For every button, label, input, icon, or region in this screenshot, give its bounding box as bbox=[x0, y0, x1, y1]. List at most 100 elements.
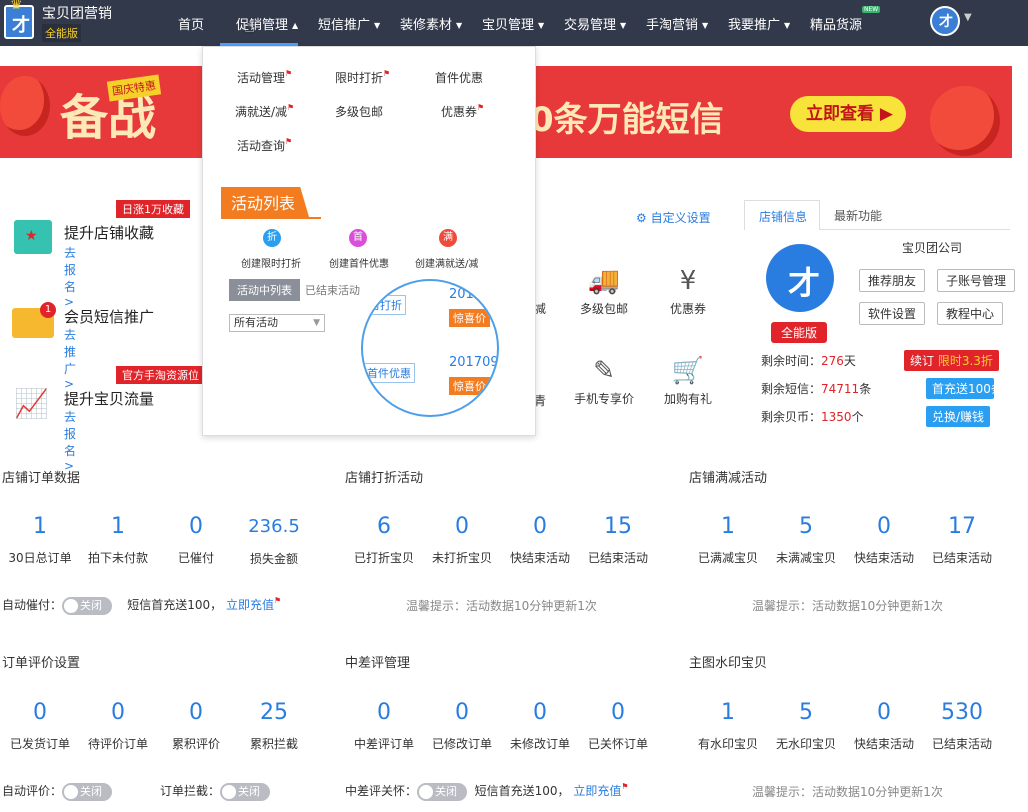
menu-item-multi-free-shipping[interactable]: 多级包邮 bbox=[335, 103, 383, 120]
toggle-label: 订单拦截： bbox=[160, 784, 221, 798]
menu-item-activity-management[interactable]: 活动管理⚑ bbox=[237, 69, 292, 86]
menu-item-first-item-discount[interactable]: 首件优惠 bbox=[435, 69, 483, 86]
sub-account-button[interactable]: 子账号管理 bbox=[937, 269, 1016, 292]
feature-label: 优惠券 bbox=[669, 302, 706, 316]
first-charge-button[interactable]: 首充送100条 bbox=[926, 378, 994, 399]
promo-link[interactable]: 去推广> bbox=[64, 326, 76, 391]
store-icon: ★ bbox=[14, 220, 52, 254]
lantern-icon bbox=[930, 86, 1000, 156]
metric-value: 5 bbox=[799, 514, 813, 539]
metric[interactable]: 0 快结束活动 bbox=[500, 514, 580, 566]
tab-active-activities[interactable]: 活动中列表 bbox=[229, 279, 300, 301]
create-first-item-link[interactable]: 创建首件优惠 bbox=[329, 255, 389, 270]
stat-label: 剩余时间： bbox=[761, 354, 822, 368]
metric[interactable]: 0 未打折宝贝 bbox=[422, 514, 502, 566]
preview-badge: 惊喜价 bbox=[449, 377, 490, 395]
auto-review-row: 自动评价： 关闭 bbox=[2, 782, 113, 801]
refer-friend-button[interactable]: 推荐朋友 bbox=[859, 269, 926, 292]
first-circle-icon[interactable]: 首 bbox=[349, 229, 367, 247]
metric[interactable]: 0 已修改订单 bbox=[422, 700, 502, 752]
nav-home[interactable]: 首页 bbox=[178, 14, 204, 33]
metric[interactable]: 6 已打折宝贝 bbox=[344, 514, 424, 566]
metric[interactable]: 1 有水印宝贝 bbox=[688, 700, 768, 752]
metric[interactable]: 15 已结束活动 bbox=[578, 514, 658, 566]
metric[interactable]: 1 30日总订单 bbox=[0, 514, 80, 566]
update-hint: 温馨提示：活动数据10分钟更新1次 bbox=[752, 599, 943, 613]
metric[interactable]: 236.5 损失金额 bbox=[234, 514, 314, 567]
nav-decoration[interactable]: 装修素材 ▼ bbox=[400, 14, 462, 33]
auto-reminder-toggle[interactable]: 关闭 bbox=[62, 596, 113, 615]
nav-mobile-marketing[interactable]: 手淘营销 ▼ bbox=[646, 14, 708, 33]
tutorial-center-button[interactable]: 教程中心 bbox=[937, 302, 1004, 325]
metric[interactable]: 25 累积拦截 bbox=[234, 700, 314, 752]
metric[interactable]: 0 快结束活动 bbox=[844, 700, 924, 752]
trend-chart-icon: 📈 bbox=[14, 387, 49, 420]
section-title-watermark: 主图水印宝贝 bbox=[689, 656, 768, 671]
shopping-cart-icon: 🛒 bbox=[671, 356, 705, 386]
tab-ended-activities[interactable]: 已结束活动 bbox=[305, 282, 360, 298]
metric[interactable]: 1 已满减宝贝 bbox=[688, 514, 768, 566]
exchange-button[interactable]: 兑换/赚钱 bbox=[926, 406, 991, 427]
feature-cart-gift[interactable]: 🛒 加购有礼 bbox=[648, 356, 728, 407]
renew-button[interactable]: 续订 限时3.3折 bbox=[904, 350, 999, 371]
remaining-coins: 剩余贝币：1350个 bbox=[761, 408, 864, 425]
activity-filter-select[interactable]: 所有活动 ▼ bbox=[229, 314, 325, 332]
play-arrow-icon: ▶ bbox=[879, 104, 893, 124]
metric[interactable]: 0 待评价订单 bbox=[78, 700, 158, 752]
nav-product-management[interactable]: 宝贝管理 ▼ bbox=[482, 14, 544, 33]
metric[interactable]: 1 拍下未付款 bbox=[78, 514, 158, 566]
stat-unit: 天 bbox=[843, 354, 856, 368]
auto-review-toggle[interactable]: 关闭 bbox=[62, 782, 113, 801]
menu-item-flash-discount[interactable]: 限时打折⚑ bbox=[335, 69, 390, 86]
menu-item-coupon[interactable]: 优惠券⚑ bbox=[441, 103, 484, 120]
banner-view-button[interactable]: 立即查看 ▶ bbox=[790, 96, 906, 132]
order-intercept-toggle[interactable]: 关闭 bbox=[220, 782, 271, 801]
create-flash-discount-link[interactable]: 创建限时打折 bbox=[241, 255, 301, 270]
metric[interactable]: 530 已结束活动 bbox=[922, 700, 1002, 752]
metric[interactable]: 0 累积评价 bbox=[156, 700, 236, 752]
metric[interactable]: 0 已发货订单 bbox=[0, 700, 80, 752]
stat-unit: 条 bbox=[859, 382, 872, 396]
metric[interactable]: 0 快结束活动 bbox=[844, 514, 924, 566]
recharge-link[interactable]: 立即充值 bbox=[573, 784, 621, 798]
toggle-label: 自动催付： bbox=[2, 598, 63, 612]
recharge-link[interactable]: 立即充值 bbox=[226, 598, 274, 612]
user-avatar[interactable]: 才 bbox=[930, 6, 960, 36]
metric-value: 0 bbox=[111, 700, 125, 725]
app-logo[interactable]: ♛ 才 bbox=[4, 0, 34, 39]
feature-mobile-price[interactable]: ✎ 手机专享价 bbox=[564, 356, 644, 407]
metric[interactable]: 17 已结束活动 bbox=[922, 514, 1002, 566]
metric-value: 0 bbox=[611, 700, 625, 725]
discount-circle-icon[interactable]: 折 bbox=[263, 229, 281, 247]
promo-link[interactable]: 去报名> bbox=[64, 408, 76, 473]
negative-care-toggle[interactable]: 关闭 bbox=[417, 782, 468, 801]
nav-premium-sources[interactable]: 精品货源 bbox=[810, 14, 862, 33]
promo-link[interactable]: 去报名> bbox=[64, 244, 76, 309]
menu-item-activity-query[interactable]: 活动查询⚑ bbox=[237, 137, 292, 154]
feature-coupon[interactable]: ¥ 优惠券 bbox=[648, 266, 728, 317]
create-full-reduction-link[interactable]: 创建满就送/减 bbox=[415, 255, 478, 270]
promo-ribbon: 日涨1万收藏 bbox=[116, 200, 190, 218]
metric[interactable]: 0 未修改订单 bbox=[500, 700, 580, 752]
metric[interactable]: 5 无水印宝贝 bbox=[766, 700, 846, 752]
chevron-down-icon[interactable]: ▼ bbox=[964, 12, 972, 23]
metric[interactable]: 0 已关怀订单 bbox=[578, 700, 658, 752]
metric[interactable]: 0 已催付 bbox=[156, 514, 236, 566]
metric[interactable]: 0 中差评订单 bbox=[344, 700, 424, 752]
nav-advertise[interactable]: 我要推广 ▼ bbox=[728, 14, 790, 33]
full-circle-icon[interactable]: 满 bbox=[439, 229, 457, 247]
metric-value: 1 bbox=[111, 514, 125, 539]
tab-latest-features[interactable]: 最新功能 bbox=[834, 207, 882, 224]
metric-value: 0 bbox=[189, 514, 203, 539]
menu-item-full-gift-reduction[interactable]: 满就送/减⚑ bbox=[235, 103, 294, 120]
tab-shop-info[interactable]: 店铺信息 bbox=[744, 200, 820, 230]
promo-title: 会员短信推广 bbox=[64, 308, 155, 326]
feature-multi-free-shipping[interactable]: 🚚 多级包邮 bbox=[564, 266, 644, 317]
nav-sms-promotion[interactable]: 短信推广 ▼ bbox=[318, 14, 380, 33]
remaining-time: 剩余时间：276天 bbox=[761, 352, 856, 369]
software-settings-button[interactable]: 软件设置 bbox=[859, 302, 926, 325]
metric[interactable]: 5 未满减宝贝 bbox=[766, 514, 846, 566]
coupon-icon: ¥ bbox=[679, 266, 697, 296]
nav-trade-management[interactable]: 交易管理 ▼ bbox=[564, 14, 626, 33]
custom-settings-link[interactable]: ⚙ 自定义设置 bbox=[636, 209, 711, 226]
